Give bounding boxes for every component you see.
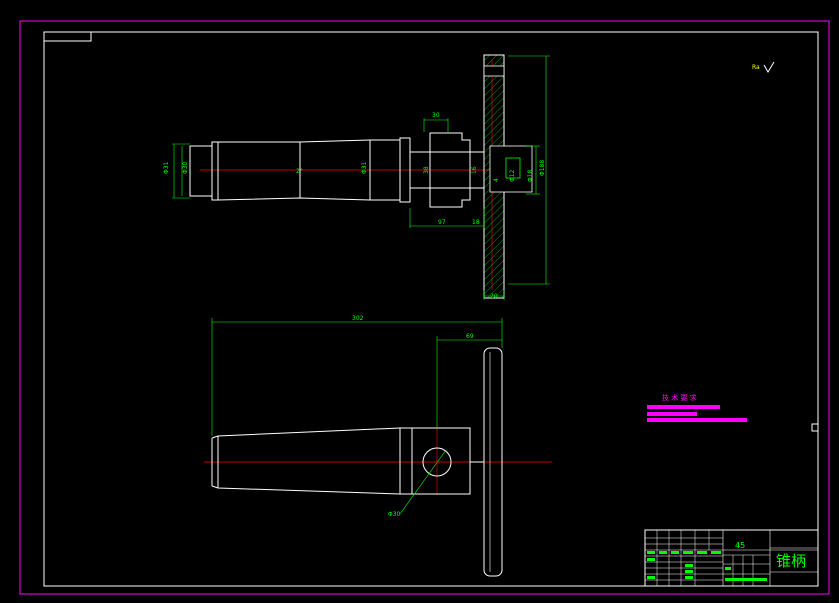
- dim-right-69: 69: [466, 333, 474, 340]
- dim-small-16: 16: [471, 166, 478, 174]
- tech-notes-title: 技 术 要 求: [662, 393, 697, 402]
- dim-bottom-97: 97: [438, 219, 446, 226]
- roughness-symbol: Ra: [752, 61, 775, 73]
- dim-inner-38: 38: [423, 166, 430, 174]
- shaft-outline-bottom: [190, 187, 484, 208]
- title-part-name: 锥柄: [776, 552, 806, 570]
- tech-note-line-2: [647, 412, 697, 416]
- dim-bottom-20: 20: [490, 293, 498, 300]
- tech-note-line-3: [647, 418, 747, 422]
- roughness-check-icon: [763, 61, 775, 73]
- wheel-center-bore: [489, 145, 533, 193]
- title-block-labels: [647, 551, 767, 581]
- dim-left-dia-b: Φ30: [182, 161, 189, 174]
- dim-overall-length: 302: [352, 315, 364, 322]
- dim-hub-dia-2: Φ18: [527, 169, 534, 182]
- cad-drawing: Φ31 Φ30 2° Φ31 30 38 16 97 18 Φ12 Φ18 Φ1…: [19, 20, 830, 595]
- front-shaft-top: [211, 427, 412, 439]
- dim-mid-dia: Φ31: [361, 161, 368, 174]
- dim-bottom-18: 18: [472, 219, 480, 226]
- shaft-end-left: [189, 145, 213, 197]
- dim-hole-dia: Φ30: [388, 511, 401, 518]
- front-view: Φ30 302 69: [204, 315, 552, 577]
- roughness-label: Ra: [752, 64, 760, 71]
- frame-notch: [811, 423, 818, 432]
- top-view: Φ31 Φ30 2° Φ31 30 38 16 97 18 Φ12 Φ18 Φ1…: [163, 54, 550, 300]
- shaft-outline-top: [190, 132, 484, 153]
- front-shaft-bottom: [211, 485, 412, 495]
- front-hub-block: [411, 427, 471, 495]
- sheet-border: [19, 20, 830, 595]
- dim-left-dia-a: Φ31: [163, 161, 170, 174]
- wheel-hub-slot: [483, 65, 505, 77]
- title-block-grid: [645, 530, 770, 586]
- dim-hub-dia-1: Φ12: [509, 169, 516, 182]
- dim-top-30: 30: [432, 112, 440, 119]
- title-block: 45 锥柄: [644, 529, 819, 587]
- tech-note-line-1: [647, 405, 720, 409]
- front-view-dimensions: [211, 318, 503, 436]
- technical-notes: 技 术 要 求: [647, 393, 747, 422]
- dim-small-4: 4: [493, 178, 500, 182]
- frame-tab: [44, 32, 92, 42]
- dim-outer-dia: Φ188: [539, 160, 546, 176]
- drawing-frame: [43, 31, 819, 587]
- dim-mid-label: 2°: [296, 168, 303, 175]
- title-material: 45: [735, 541, 745, 550]
